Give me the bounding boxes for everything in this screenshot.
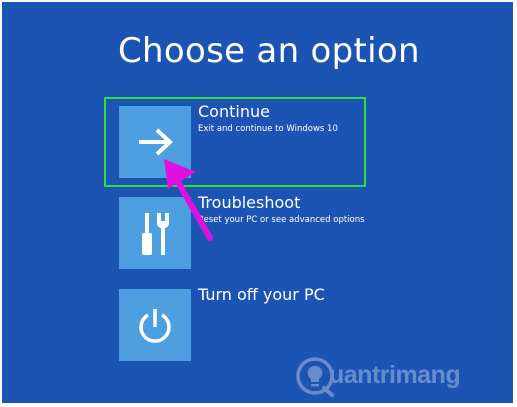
option-description: Exit and continue to Windows 10 bbox=[198, 124, 338, 134]
option-continue[interactable]: Continue Exit and continue to Windows 10 bbox=[119, 102, 379, 178]
continue-tile[interactable] bbox=[119, 106, 191, 178]
arrow-right-icon bbox=[139, 128, 173, 156]
power-icon bbox=[139, 309, 171, 343]
option-label: Continue bbox=[198, 102, 270, 121]
option-label: Troubleshoot bbox=[198, 193, 301, 212]
tools-icon bbox=[142, 213, 169, 255]
page-title: Choose an option bbox=[118, 31, 420, 71]
troubleshoot-tile[interactable] bbox=[119, 197, 191, 269]
recovery-screen: Choose an option Continue Exit and conti… bbox=[2, 2, 513, 403]
turn-off-tile[interactable] bbox=[119, 289, 191, 361]
lightbulb-icon bbox=[296, 357, 334, 397]
watermark: uantrimang bbox=[295, 355, 510, 399]
option-description: Reset your PC or see advanced options bbox=[198, 215, 365, 225]
option-troubleshoot[interactable]: Troubleshoot Reset your PC or see advanc… bbox=[119, 193, 379, 269]
option-turn-off[interactable]: Turn off your PC bbox=[119, 285, 379, 361]
option-label: Turn off your PC bbox=[198, 285, 325, 304]
watermark-text: uantrimang bbox=[329, 361, 461, 389]
